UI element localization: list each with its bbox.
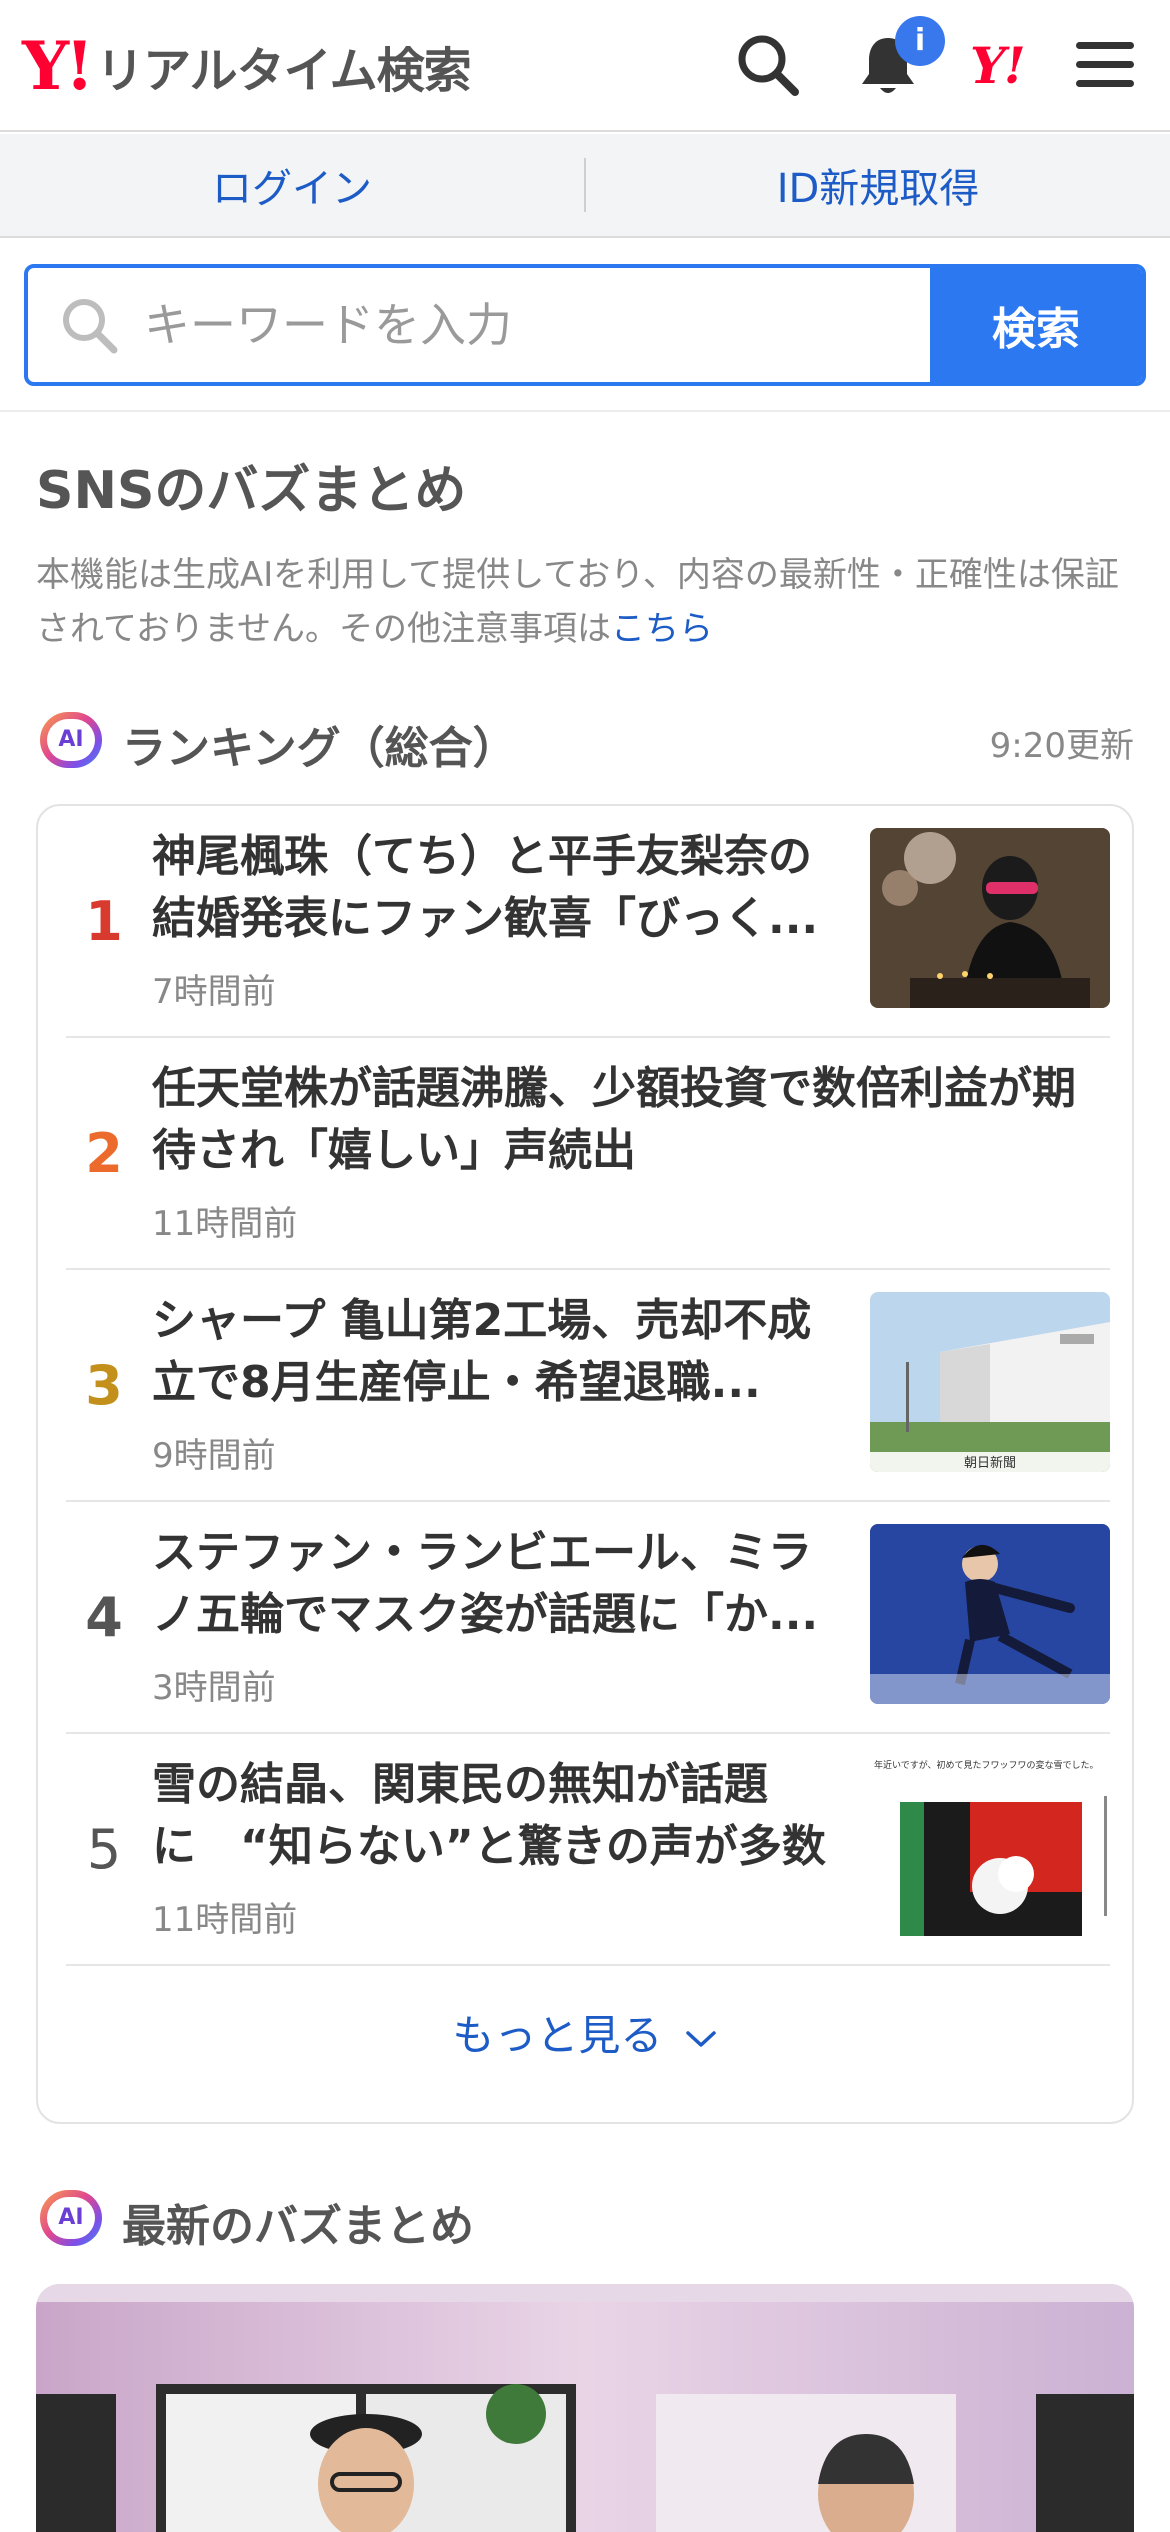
thumbnail-caption: 年近いですが、初めて見たフワッフワの変な雪でした。 bbox=[874, 1759, 1099, 1771]
notification-badge: i bbox=[895, 16, 945, 66]
rank-number: 4 bbox=[85, 1585, 123, 1649]
disclaimer-text: 本機能は生成AIを利用して提供しており、内容の最新性・正確性は保証されておりませ… bbox=[36, 555, 1119, 649]
search-button[interactable]: 検索 bbox=[930, 268, 1142, 382]
ai-badge-label: AI bbox=[47, 2197, 95, 2239]
title-line-1: シャープ 亀山第2工場、売却不成 bbox=[152, 1295, 812, 1346]
ai-disclaimer: 本機能は生成AIを利用して提供しており、内容の最新性・正確性は保証されておりませ… bbox=[36, 548, 1146, 656]
ranking-item-1[interactable]: 1 神尾楓珠（てち）と平手友梨奈の 結婚発表にファン歓喜「びっく... 7時間前 bbox=[66, 806, 1110, 1038]
thumbnail-caption: 朝日新聞 bbox=[964, 1455, 1016, 1471]
title-line-2: 立で8月生産停止・希望退職... bbox=[152, 1357, 761, 1408]
ranking-updated-time: 9:20更新 bbox=[989, 726, 1134, 766]
ranking-item-3[interactable]: 3 シャープ 亀山第2工場、売却不成 立で8月生産停止・希望退職... 9時間前… bbox=[66, 1270, 1110, 1502]
menu-icon[interactable] bbox=[1070, 30, 1140, 100]
ranking-heading: ランキング（総合） bbox=[122, 723, 517, 774]
ai-badge-label: AI bbox=[47, 719, 95, 761]
ranking-item-title: 神尾楓珠（てち）と平手友梨奈の 結婚発表にファン歓喜「びっく... bbox=[152, 826, 842, 950]
rank-number: 3 bbox=[85, 1353, 123, 1417]
ranking-item-thumbnail: 年近いですが、初めて見たフワッフワの変な雪でした。 bbox=[870, 1756, 1110, 1936]
yahoo-logo-mark: Y! bbox=[22, 27, 94, 105]
yahoo-realtime-logo[interactable]: Y! リアルタイム検索 bbox=[22, 27, 472, 105]
search-bar: 検索 bbox=[24, 264, 1146, 386]
title-line-1: 神尾楓珠（てち）と平手友梨奈の bbox=[152, 831, 812, 882]
app-header: Y! リアルタイム検索 i Y! bbox=[0, 0, 1170, 132]
rank-number: 5 bbox=[86, 1817, 122, 1881]
rank-number: 2 bbox=[85, 1121, 123, 1185]
ranking-item-5[interactable]: 5 雪の結晶、関東民の無知が話題 に “知らない”と驚きの声が多数 11時間前 … bbox=[66, 1734, 1110, 1966]
search-input[interactable] bbox=[28, 268, 930, 382]
title-line-1: ステファン・ランビエール、ミラ bbox=[152, 1527, 812, 1578]
ranking-item-title: 任天堂株が話題沸騰、少額投資で数倍利益が期 待され「嬉しい」声続出 bbox=[152, 1058, 1110, 1182]
yahoo-japan-mark[interactable]: Y! bbox=[970, 36, 1026, 95]
login-link[interactable]: ログイン bbox=[0, 156, 584, 214]
ranking-item-time: 7時間前 bbox=[152, 972, 276, 1012]
ranking-item-thumbnail bbox=[870, 1524, 1110, 1704]
ranking-item-4[interactable]: 4 ステファン・ランビエール、ミラ ノ五輪でマスク姿が話題に「か... 3時間前 bbox=[66, 1502, 1110, 1734]
title-line-1: 任天堂株が話題沸騰、少額投資で数倍利益が期 bbox=[152, 1063, 1076, 1114]
ranking-item-title: ステファン・ランビエール、ミラ ノ五輪でマスク姿が話題に「か... bbox=[152, 1522, 842, 1646]
ranking-item-time: 11時間前 bbox=[152, 1204, 298, 1244]
title-line-2: に “知らない”と驚きの声が多数 bbox=[152, 1821, 826, 1872]
ranking-item-time: 11時間前 bbox=[152, 1900, 298, 1940]
ai-badge-icon: AI bbox=[40, 712, 102, 768]
ranking-item-title: シャープ 亀山第2工場、売却不成 立で8月生産停止・希望退職... bbox=[152, 1290, 842, 1414]
ranking-card: 1 神尾楓珠（てち）と平手友梨奈の 結婚発表にファン歓喜「びっく... 7時間前… bbox=[36, 804, 1134, 2124]
search-field-wrap bbox=[28, 268, 930, 382]
search-icon[interactable] bbox=[733, 30, 803, 100]
disclaimer-link[interactable]: こちら bbox=[611, 609, 713, 649]
latest-buzz-image[interactable] bbox=[36, 2284, 1134, 2532]
title-line-2: ノ五輪でマスク姿が話題に「か... bbox=[152, 1589, 819, 1640]
ranking-item-title: 雪の結晶、関東民の無知が話題 に “知らない”と驚きの声が多数 bbox=[152, 1754, 872, 1878]
login-bar: ログイン ID新規取得 bbox=[0, 134, 1170, 238]
ranking-item-thumbnail: 朝日新聞 bbox=[870, 1292, 1110, 1472]
chevron-down-icon bbox=[685, 2030, 716, 2047]
show-more-label: もっと見る bbox=[452, 2011, 663, 2060]
latest-buzz-heading: 最新のバズまとめ bbox=[122, 2201, 474, 2252]
section-divider bbox=[0, 410, 1170, 412]
title-line-2: 待され「嬉しい」声続出 bbox=[152, 1125, 636, 1176]
ai-badge-icon: AI bbox=[40, 2190, 102, 2246]
title-line-1: 雪の結晶、関東民の無知が話題 bbox=[152, 1759, 768, 1810]
ranking-item-2[interactable]: 2 任天堂株が話題沸騰、少額投資で数倍利益が期 待され「嬉しい」声続出 11時間… bbox=[66, 1038, 1110, 1270]
ranking-item-thumbnail bbox=[870, 828, 1110, 1008]
title-line-2: 結婚発表にファン歓喜「びっく... bbox=[152, 893, 819, 944]
rank-number: 1 bbox=[85, 889, 123, 953]
sns-section-title: SNSのバズまとめ bbox=[36, 461, 467, 521]
show-more-button[interactable]: もっと見る bbox=[38, 2002, 1132, 2063]
search-field-icon bbox=[63, 299, 118, 354]
logo-text: リアルタイム検索 bbox=[96, 43, 472, 99]
ranking-item-time: 9時間前 bbox=[152, 1436, 276, 1476]
signup-link[interactable]: ID新規取得 bbox=[586, 156, 1170, 214]
ranking-item-time: 3時間前 bbox=[152, 1668, 276, 1708]
